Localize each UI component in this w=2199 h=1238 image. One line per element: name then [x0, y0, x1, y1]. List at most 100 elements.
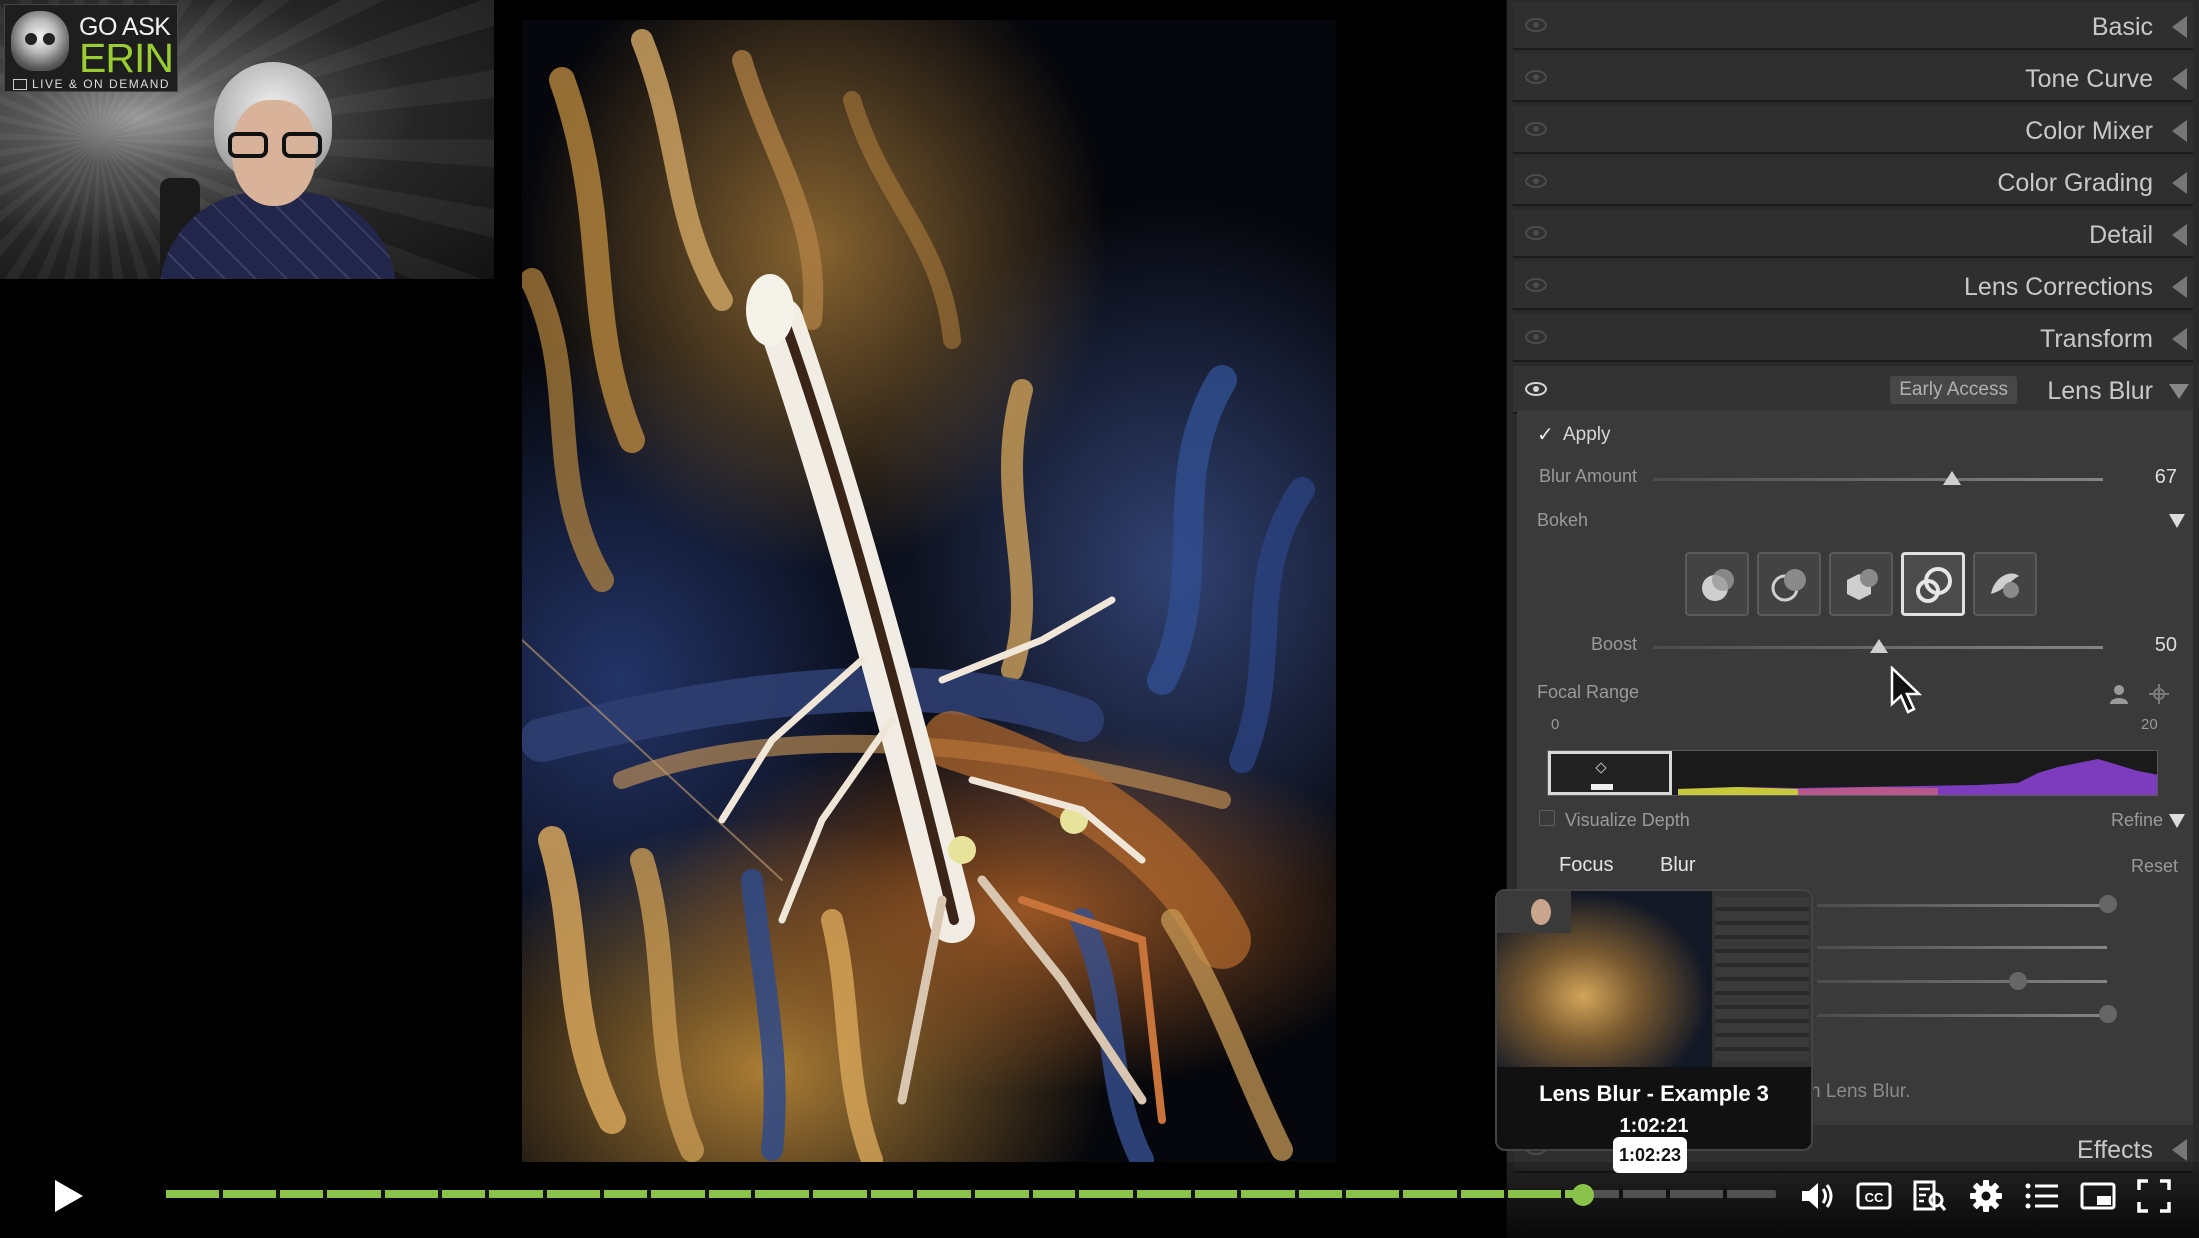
brush-flow-thumb[interactable] [2009, 972, 2027, 990]
section-color-mixer[interactable]: Color Mixer [1513, 106, 2193, 154]
reset-button[interactable]: Reset [2131, 856, 2178, 877]
depth-histogram-graph [1678, 759, 2157, 795]
section-detail[interactable]: Detail [1513, 210, 2193, 258]
blur-brush-button[interactable]: Blur [1660, 854, 1696, 877]
logo-line2: ERIN [79, 35, 174, 81]
logo-tagline-text: LIVE & ON DEMAND [32, 77, 171, 91]
eye-icon[interactable] [1525, 226, 1547, 240]
point-focus-icon[interactable] [2147, 682, 2171, 706]
fullscreen-button[interactable] [2134, 1177, 2174, 1215]
eye-icon[interactable] [1525, 330, 1547, 344]
eye-icon[interactable] [1525, 122, 1547, 136]
bokeh-cat-eye-button[interactable] [1973, 552, 2037, 616]
progress-scrubber[interactable] [1571, 1184, 1594, 1206]
chapter-marker [1723, 1189, 1728, 1199]
svg-text:CC: CC [1865, 1190, 1884, 1205]
section-color-grading[interactable]: Color Grading [1513, 158, 2193, 206]
section-lens-corrections[interactable]: Lens Corrections [1513, 262, 2193, 310]
blur-amount-thumb[interactable] [1943, 471, 1961, 485]
refine-dropdown-icon[interactable] [2169, 814, 2185, 828]
eye-icon[interactable] [1525, 278, 1547, 292]
collapse-arrow-icon [2172, 328, 2187, 350]
eye-icon[interactable] [1525, 70, 1547, 84]
bokeh-blade-button[interactable] [1829, 552, 1893, 616]
boost-thumb[interactable] [1870, 639, 1888, 653]
go-ask-erin-logo: GO ASK ERIN LIVE & ON DEMAND [4, 4, 178, 92]
brush-feather-slider[interactable] [1817, 946, 2107, 949]
shrimp-photo-illustration [522, 29, 1315, 1162]
chapter-marker [1295, 1189, 1299, 1199]
chapters-button[interactable] [2022, 1177, 2062, 1215]
collapse-arrow-icon [2172, 276, 2187, 298]
collapse-arrow-icon [2172, 120, 2187, 142]
closed-captions-icon: CC [1856, 1182, 1892, 1210]
volume-button[interactable] [1798, 1177, 1838, 1215]
chapter-marker [1665, 1189, 1670, 1199]
visualize-depth-checkbox[interactable] [1539, 810, 1555, 826]
eye-icon[interactable] [1525, 18, 1547, 32]
transcript-button[interactable] [1910, 1177, 1950, 1215]
chapter-marker [323, 1189, 327, 1199]
focal-range-min: 0 [1551, 716, 1560, 733]
circle-bokeh-icon [1702, 569, 1734, 601]
section-basic[interactable]: Basic [1513, 2, 2193, 50]
transcript-search-icon [1913, 1180, 1947, 1211]
captions-button[interactable]: CC [1854, 1177, 1894, 1215]
blade-bokeh-icon [1847, 569, 1878, 600]
picture-in-picture-button[interactable] [2078, 1177, 2118, 1215]
mascot-icon [11, 11, 69, 71]
visualize-depth-label: Visualize Depth [1565, 810, 1690, 830]
play-screen-icon [13, 78, 27, 90]
blur-amount-slider[interactable] [1653, 478, 2103, 481]
brush-density-thumb[interactable] [2099, 1005, 2117, 1023]
logo-tagline: LIVE & ON DEMAND [13, 77, 170, 91]
section-title: Lens Corrections [1964, 273, 2153, 301]
bokeh-ring-button[interactable] [1901, 552, 1965, 616]
progress-bar[interactable] [166, 1189, 1776, 1199]
play-button[interactable] [48, 1177, 88, 1215]
chapter-marker [1190, 1189, 1195, 1199]
bokeh-bubble-button[interactable] [1757, 552, 1821, 616]
brush-density-slider[interactable] [1817, 1014, 2107, 1017]
collapse-arrow-icon [2172, 16, 2187, 38]
section-title: Effects [2077, 1136, 2153, 1164]
section-lens-blur[interactable]: Early Access Lens Blur [1513, 366, 2193, 414]
chapter-marker [647, 1189, 651, 1199]
section-transform[interactable]: Transform [1513, 314, 2193, 362]
bokeh-circle-button[interactable] [1685, 552, 1749, 616]
chapter-marker [704, 1189, 709, 1199]
collapse-arrow-icon [2172, 68, 2187, 90]
list-icon [2025, 1183, 2058, 1209]
apply-checkbox[interactable]: ✓ [1537, 422, 1554, 447]
chapter-marker [1237, 1189, 1242, 1199]
time-tooltip: 1:02:23 [1613, 1137, 1687, 1173]
refine-label[interactable]: Refine [2111, 810, 2163, 831]
focal-range-selector[interactable] [1548, 751, 1672, 795]
settings-button[interactable] [1966, 1177, 2006, 1215]
chapter-marker [751, 1189, 756, 1199]
chapter-marker [866, 1189, 871, 1199]
preview-image [1497, 891, 1811, 1067]
eye-icon[interactable] [1525, 174, 1547, 188]
brush-size-slider[interactable] [1817, 904, 2107, 907]
chapter-time: 1:02:21 [1619, 1115, 1689, 1137]
depth-range-histogram[interactable] [1547, 750, 2158, 796]
boost-value: 50 [2154, 634, 2177, 656]
eye-icon[interactable] [1525, 382, 1547, 396]
brush-flow-slider[interactable] [1817, 980, 2107, 983]
section-title: Basic [2091, 13, 2153, 41]
focus-brush-button[interactable]: Focus [1559, 854, 1613, 877]
chapter-marker [809, 1189, 813, 1199]
brush-size-thumb[interactable] [2099, 895, 2117, 913]
chapter-marker [1503, 1189, 1508, 1199]
picture-in-picture-icon [2080, 1182, 2116, 1210]
chapter-marker [1399, 1189, 1404, 1199]
section-title: Transform [2040, 325, 2153, 353]
bokeh-dropdown-icon[interactable] [2169, 514, 2185, 528]
section-tone-curve[interactable]: Tone Curve [1513, 54, 2193, 102]
subject-focus-icon[interactable] [2107, 682, 2131, 706]
chapter-marker [438, 1189, 443, 1199]
section-title: Tone Curve [2025, 65, 2153, 93]
chapter-marker [1341, 1189, 1346, 1199]
chapter-marker [1561, 1189, 1566, 1199]
